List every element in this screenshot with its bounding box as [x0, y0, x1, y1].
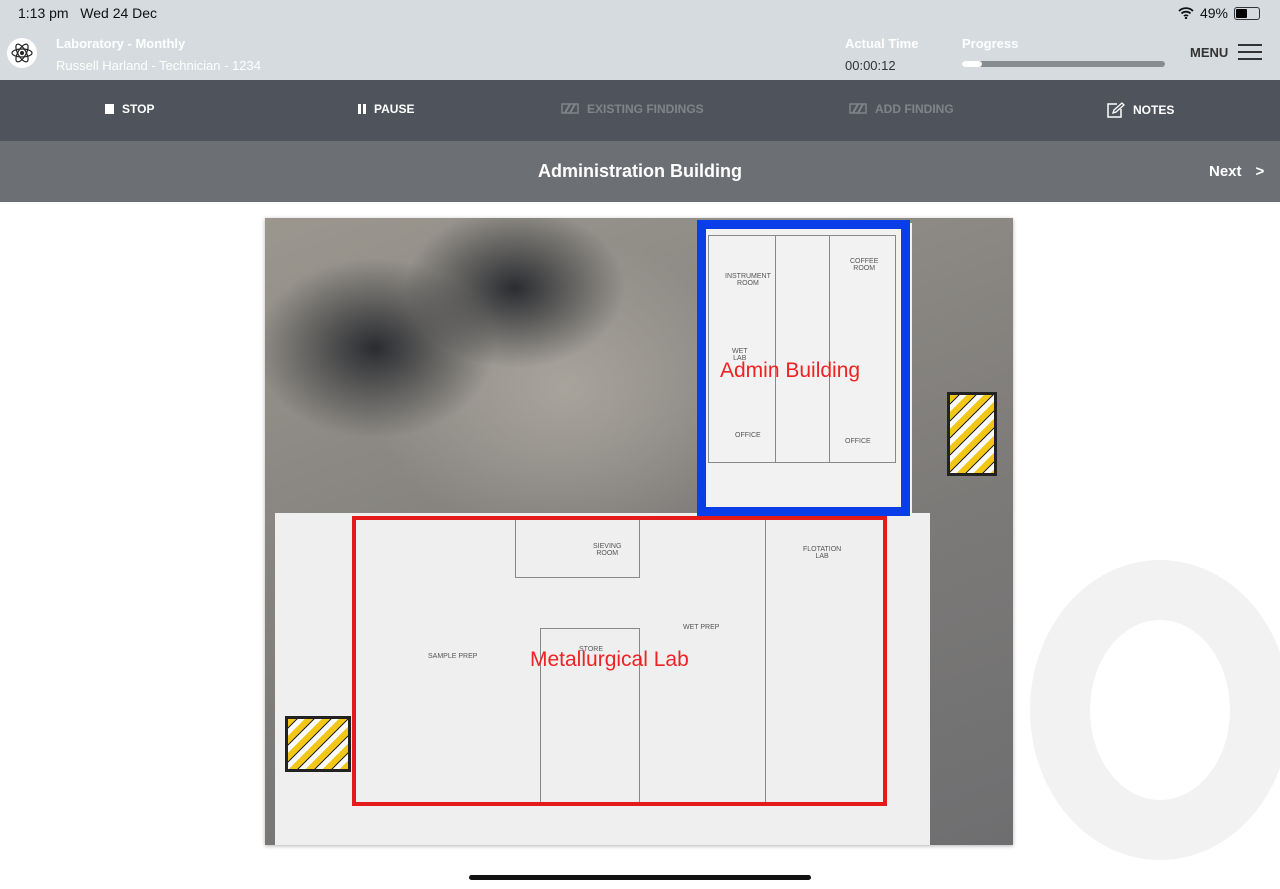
inspector-info: Russell Harland - Technician - 1234	[56, 58, 261, 73]
next-label: Next	[1209, 163, 1242, 180]
room-label: SAMPLE PREP	[428, 653, 478, 660]
stop-button[interactable]: STOP	[105, 102, 154, 116]
menu-button[interactable]: MENU	[1190, 44, 1263, 60]
room-label: OFFICE	[845, 438, 871, 445]
room-label: OFFICE	[735, 432, 761, 439]
add-finding-button[interactable]: ADD FINDING	[849, 102, 954, 116]
edit-icon	[1107, 102, 1125, 118]
site-map-image[interactable]: INSTRUMENT ROOM COFFEE ROOM WET LAB OFFI…	[265, 218, 1013, 845]
battery-icon	[1234, 6, 1260, 20]
wifi-icon	[1178, 7, 1194, 19]
room-label: COFFEE ROOM	[850, 258, 879, 272]
actual-time-label: Actual Time	[845, 36, 919, 51]
page-title: Administration Building	[538, 161, 742, 181]
existing-findings-label: EXISTING FINDINGS	[587, 102, 704, 116]
admin-building-label: Admin Building	[720, 359, 861, 382]
notes-label: NOTES	[1133, 103, 1175, 117]
progress-fill	[962, 61, 983, 67]
status-indicators: 49%	[1178, 5, 1260, 21]
hazard-icon	[849, 103, 867, 114]
home-indicator[interactable]	[469, 875, 811, 880]
chevron-right-icon: >	[1255, 163, 1265, 180]
hazard-icon	[561, 103, 579, 114]
menu-label: MENU	[1190, 44, 1229, 60]
watermark-logo	[1030, 560, 1280, 860]
battery-percent: 49%	[1199, 5, 1228, 21]
hazard-zone	[285, 716, 351, 772]
next-button[interactable]: Next >	[1209, 163, 1264, 180]
add-finding-label: ADD FINDING	[875, 102, 954, 116]
room-label: FLOTATION LAB	[803, 546, 842, 560]
pause-button[interactable]: PAUSE	[358, 102, 414, 116]
room-label: SIEVING ROOM	[593, 543, 622, 557]
room-label: INSTRUMENT ROOM	[725, 273, 771, 287]
hazard-zone	[947, 392, 997, 476]
inspection-title: Laboratory - Monthly	[56, 36, 186, 51]
room-label: WET PREP	[683, 624, 720, 631]
progress-bar	[962, 61, 1165, 67]
pause-icon	[358, 104, 366, 114]
metallurgical-lab-label: Metallurgical Lab	[530, 648, 689, 671]
top-bar: 1:13 pm Wed 24 Dec 49% Laboratory - Mont…	[0, 0, 1280, 80]
pause-label: PAUSE	[374, 102, 415, 116]
stop-icon	[105, 104, 114, 114]
notes-button[interactable]: NOTES	[1107, 102, 1174, 118]
existing-findings-button[interactable]: EXISTING FINDINGS	[561, 102, 704, 116]
stop-label: STOP	[122, 102, 155, 116]
atom-logo-icon[interactable]	[7, 38, 37, 68]
actual-time-value: 00:00:12	[845, 58, 896, 73]
action-toolbar: STOP PAUSE EXISTING FINDINGS ADD FINDING…	[0, 80, 1280, 141]
progress-label: Progress	[962, 36, 1019, 51]
status-time: 1:13 pm Wed 24 Dec	[18, 5, 158, 21]
hamburger-icon	[1238, 44, 1263, 60]
